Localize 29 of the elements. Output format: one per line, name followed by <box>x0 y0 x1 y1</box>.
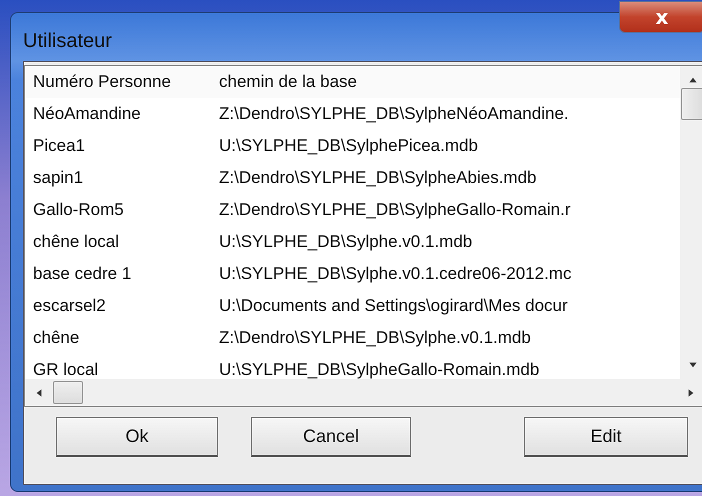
table-cell: Z:\Dendro\SYLPHE_DB\SylpheAbies.mdb <box>219 168 536 188</box>
table-cell: Z:\Dendro\SYLPHE_DB\SylpheNéoAmandine. <box>219 104 569 124</box>
close-button[interactable]: x <box>619 1 702 33</box>
table-cell: U:\Documents and Settings\ogirard\Mes docur <box>219 296 568 316</box>
table-cell: U:\SYLPHE_DB\SylphePicea.mdb <box>219 136 478 156</box>
table-cell-text: base cedre 1 <box>32 264 132 284</box>
dialog-button[interactable]: Ok <box>56 417 218 457</box>
table-cell: U:\SYLPHE_DB\Sylphe.v0.1.cedre06-2012.mc <box>219 264 572 284</box>
table-cell-text: escarsel2 <box>32 296 107 316</box>
horizontal-scrollbar[interactable] <box>25 379 702 406</box>
scroll-thumb[interactable] <box>53 381 83 404</box>
vertical-scrollbar[interactable] <box>680 66 702 379</box>
table-cell-text: chêne local <box>32 232 120 252</box>
scroll-thumb[interactable] <box>681 88 702 120</box>
table-cell: Z:\Dendro\SYLPHE_DB\Sylphe.v0.1.mdb <box>219 328 531 348</box>
table-cell: U:\SYLPHE_DB\Sylphe.v0.1.mdb <box>219 232 472 252</box>
column-header[interactable]: Numéro Personne <box>25 72 219 92</box>
table-cell-text: NéoAmandine <box>32 104 142 124</box>
dialog-button[interactable]: Edit <box>524 417 688 457</box>
table-cell-text: Picea1 <box>32 136 86 156</box>
table-cell-text: sapin1 <box>32 168 84 188</box>
table-cell-text: GR local <box>32 360 100 379</box>
table-cell-text: Gallo-Rom5 <box>32 200 125 220</box>
window-title: Utilisateur <box>23 30 112 52</box>
column-header[interactable]: chemin de la base <box>219 72 357 92</box>
table-cell-text: chêne <box>32 328 80 348</box>
dialog-button[interactable]: Cancel <box>251 417 411 457</box>
table-cell: Z:\Dendro\SYLPHE_DB\SylpheGallo-Romain.r <box>219 200 570 220</box>
table-cell: U:\SYLPHE_DB\SylpheGallo-Romain.mdb <box>219 360 540 379</box>
